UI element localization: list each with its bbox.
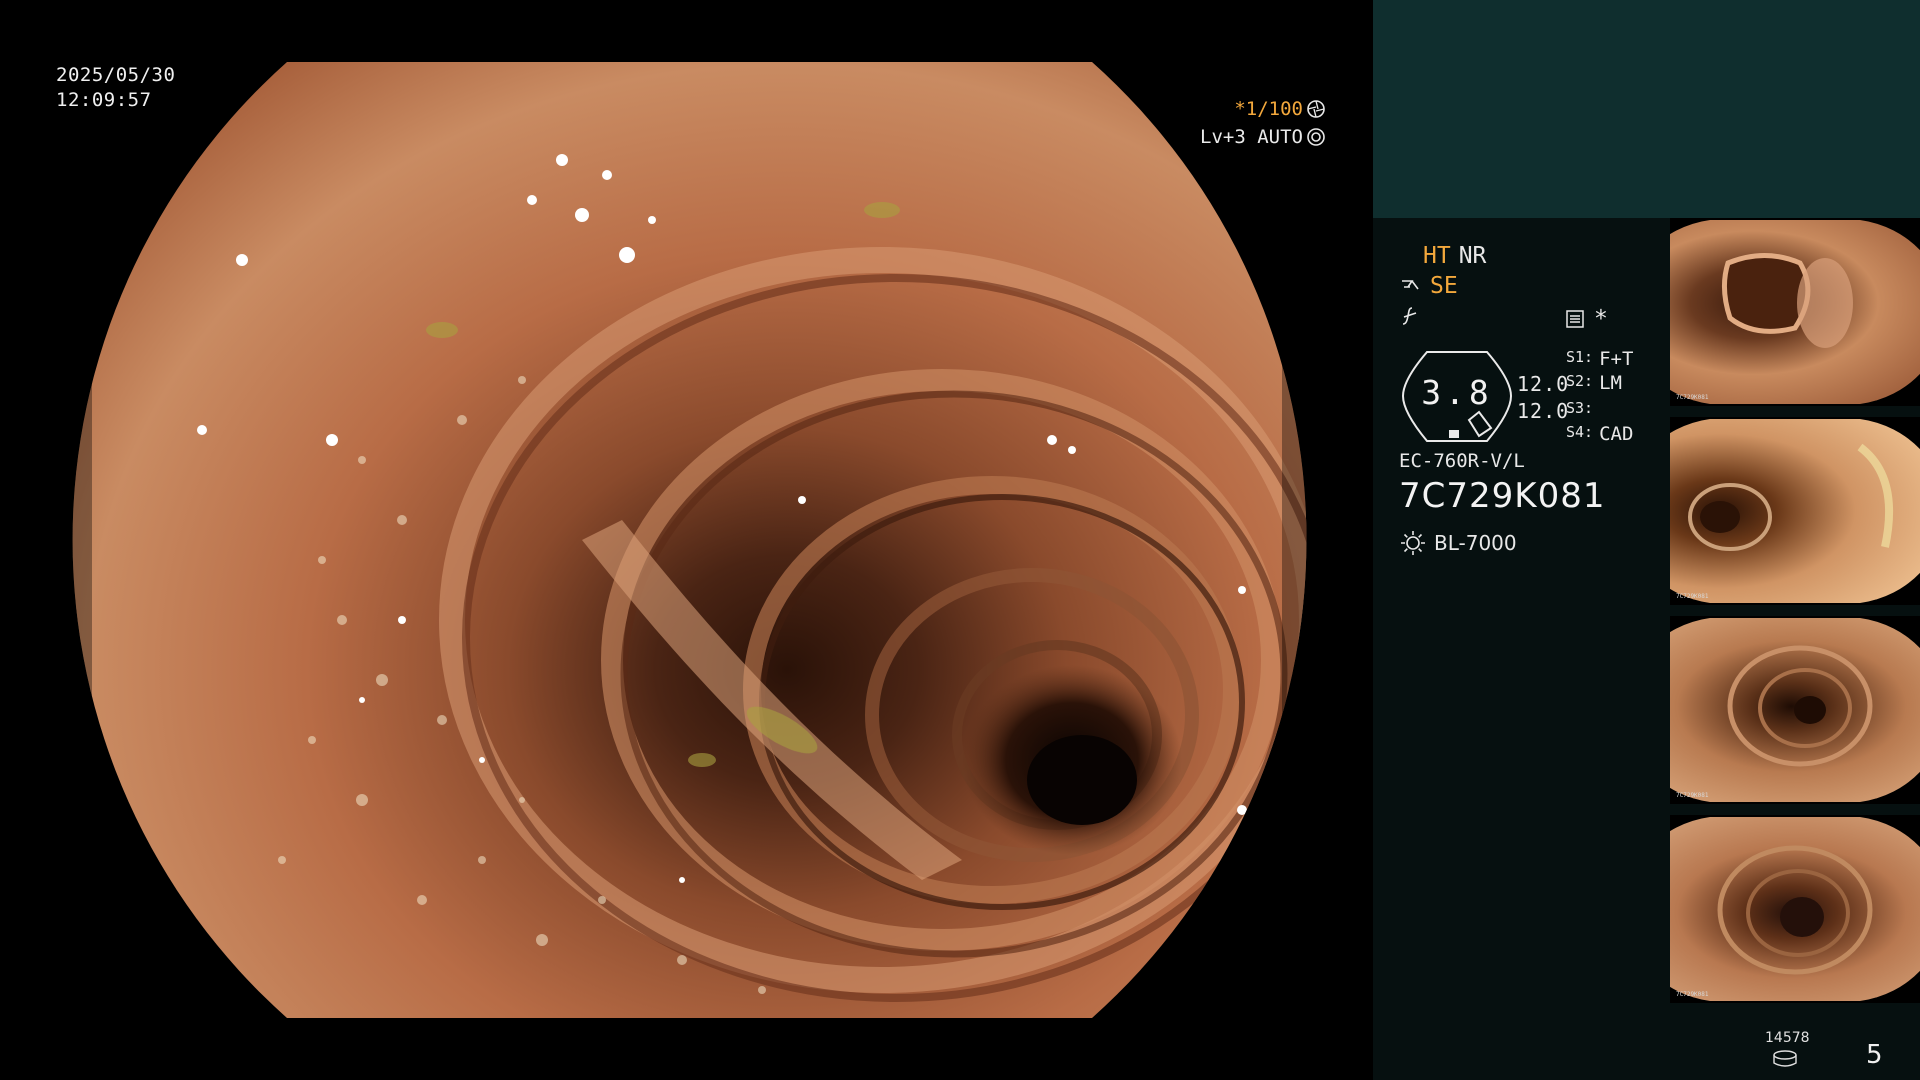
switch-4: S4: CAD: [1566, 423, 1633, 445]
se-label: SE: [1430, 273, 1458, 299]
shutter-indicator: *1/100: [1234, 98, 1326, 120]
thumbnail-serial: 7C729K081: [1676, 593, 1709, 600]
thumbnail-serial: 7C729K081: [1676, 991, 1709, 998]
endoscope-live-view: 2025/05/30 12:09:57 *1/100 Lv+3 AUTO: [0, 0, 1373, 1080]
thumbnail-image: [1670, 817, 1920, 1001]
zoom-value: 3.8: [1421, 373, 1493, 412]
thumbnail-image: [1670, 220, 1920, 404]
aperture-icon: [1307, 100, 1325, 118]
light-source-icon: [1401, 531, 1425, 555]
thumbnail-serial: 7C729K081: [1676, 792, 1709, 799]
switch-2-value: LM: [1599, 372, 1622, 394]
switch-3: S3:: [1566, 399, 1599, 417]
brightness-level: Lv+3 AUTO: [1200, 126, 1303, 148]
switch-2: S2: LM: [1566, 372, 1622, 394]
switch-1: S1: F+T: [1566, 348, 1633, 370]
light-source-row: BL-7000: [1400, 530, 1517, 556]
gauge-reading-2: 12.0: [1517, 399, 1570, 423]
ht-label: HT: [1423, 243, 1451, 269]
brightness-level-indicator: Lv+3 AUTO: [1200, 126, 1326, 148]
switch-2-key: S2:: [1566, 372, 1594, 390]
structure-enhance-icon: [1402, 280, 1419, 290]
auto-iris-icon: [1307, 128, 1325, 146]
captured-image-4[interactable]: 7C729K081: [1670, 815, 1920, 1003]
shutter-speed: *1/100: [1234, 98, 1303, 120]
scope-model: EC-760R-V/L: [1399, 450, 1525, 472]
captured-image-1[interactable]: 7C729K081: [1670, 218, 1920, 406]
panel-header-area: [1373, 0, 1920, 218]
se-row: SE: [1400, 273, 1458, 299]
nr-label: NR: [1458, 243, 1487, 269]
thumbnail-serial: 7C729K081: [1676, 394, 1709, 401]
switch-4-key: S4:: [1566, 423, 1594, 441]
storage-icon: [1773, 1050, 1797, 1067]
asterisk-mark: *: [1594, 306, 1608, 332]
function-icon: [1402, 307, 1417, 325]
page-number: 5: [1866, 1040, 1883, 1070]
gauge-reading-1: 12.0: [1517, 372, 1570, 396]
captured-image-3[interactable]: 7C729K081: [1670, 616, 1920, 804]
record-icon: [1566, 310, 1584, 328]
light-source-model: BL-7000: [1434, 531, 1517, 555]
switch-4-value: CAD: [1599, 423, 1634, 445]
endoscopy-image: [72, 62, 1307, 1018]
switch-1-key: S1:: [1566, 348, 1594, 366]
exam-date: 2025/05/30: [56, 64, 176, 86]
function-row: [1400, 305, 1422, 327]
switch-3-key: S3:: [1566, 399, 1594, 417]
exam-time: 12:09:57: [56, 89, 152, 111]
switch-1-value: F+T: [1599, 348, 1634, 370]
ht-nr-row: HT NR: [1423, 243, 1486, 269]
thumbnail-image: [1670, 618, 1920, 802]
image-count: 14578: [1765, 1030, 1810, 1046]
captured-image-2[interactable]: 7C729K081: [1670, 417, 1920, 605]
thumbnail-image: [1670, 419, 1920, 603]
scope-serial: 7C729K081: [1399, 476, 1606, 516]
record-row: *: [1564, 306, 1608, 332]
